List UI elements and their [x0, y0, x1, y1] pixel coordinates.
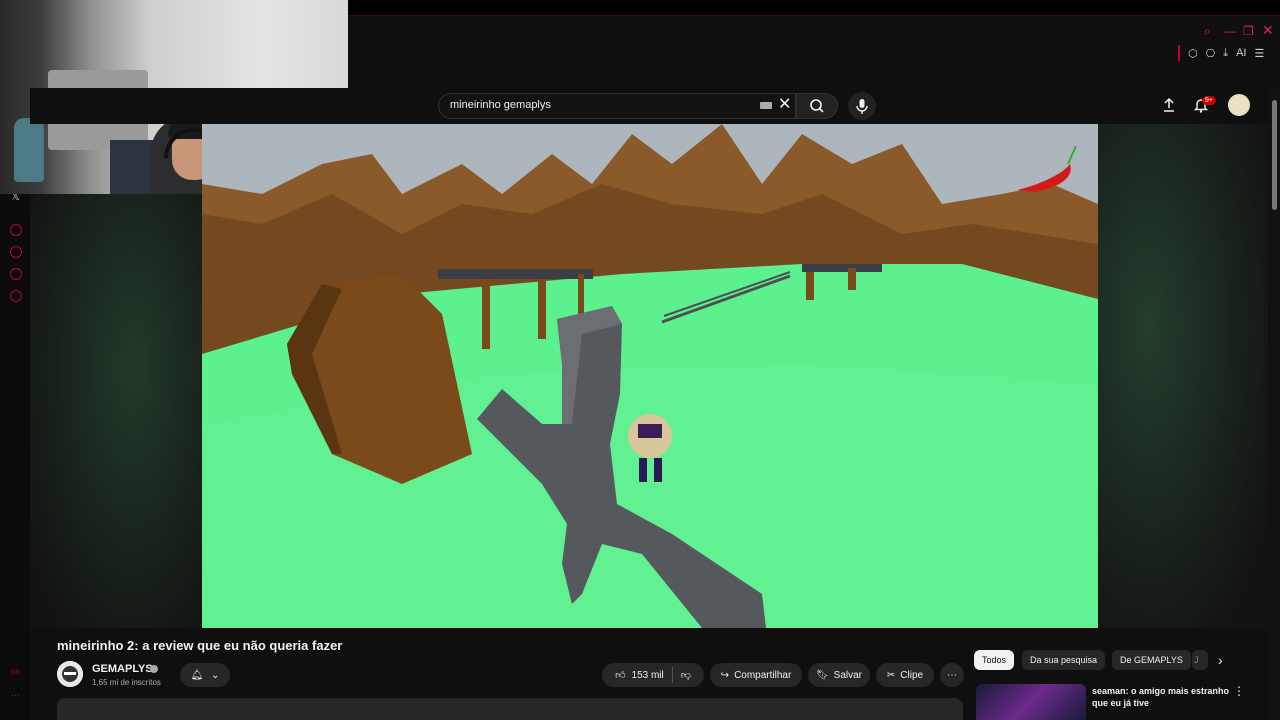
- ambient-glow-right: [1098, 124, 1268, 628]
- ai-icon[interactable]: AI: [1236, 47, 1246, 59]
- video-title: mineirinho 2: a review que eu não queria…: [57, 638, 343, 653]
- notification-badge: 9+: [1202, 96, 1216, 105]
- channel-name[interactable]: GEMAPLYS: [92, 663, 153, 675]
- ambient-glow-left: [30, 194, 202, 628]
- chip-all[interactable]: Todos: [974, 650, 1015, 670]
- record-icon[interactable]: [10, 224, 22, 236]
- bell-icon: 🔔︎: [190, 669, 204, 681]
- chat-icon[interactable]: [10, 268, 22, 280]
- chip-more[interactable]: J: [1192, 650, 1208, 670]
- chip-from-search[interactable]: Da sua pesquisa: [1022, 650, 1106, 670]
- more-icon: ⋯: [947, 669, 957, 681]
- toolbar-separator: [1178, 45, 1180, 61]
- clip-label: Clipe: [900, 669, 924, 681]
- upload-button[interactable]: [1160, 96, 1178, 119]
- clip-button[interactable]: ✂ Clipe: [876, 663, 934, 687]
- description-box[interactable]: [57, 698, 963, 720]
- more-icon[interactable]: ⋯: [11, 690, 20, 701]
- channel-avatar-image: [57, 661, 83, 687]
- subscription-bell-button[interactable]: 🔔︎ ⌄: [180, 663, 230, 687]
- browser-toolbar: ⬡ ⎔ ⤓ AI ☰: [1178, 45, 1264, 61]
- scrollbar-thumb[interactable]: [1272, 100, 1277, 210]
- dislike-icon[interactable]: 👎︎: [681, 669, 691, 681]
- upload-icon: [1164, 97, 1174, 112]
- video-player[interactable]: [202, 124, 1098, 628]
- channel-avatar[interactable]: [57, 661, 83, 687]
- like-dislike-group: 👍︎ 153 mil 👎︎: [602, 663, 704, 687]
- search-input[interactable]: mineirinho gemaplys: [450, 99, 551, 111]
- close-icon[interactable]: ✕: [1262, 22, 1274, 39]
- subscriber-count: 1,65 mi de inscritos: [92, 678, 161, 687]
- minimize-icon[interactable]: —: [1224, 24, 1236, 38]
- search-button[interactable]: [796, 93, 838, 119]
- recommended-menu-icon[interactable]: ⋮: [1233, 684, 1245, 698]
- water-bottle: [14, 118, 44, 182]
- restore-icon[interactable]: ❐: [1243, 24, 1254, 38]
- page-header: [348, 16, 1280, 88]
- gx-label: GX: [11, 670, 20, 676]
- share-icon: ↪: [720, 669, 730, 681]
- chevron-right-icon[interactable]: ›: [1218, 652, 1223, 668]
- chip-from-channel[interactable]: De GEMAPLYS: [1112, 650, 1191, 670]
- extensions-icon[interactable]: ⬡: [1188, 47, 1198, 60]
- settings-icon[interactable]: [10, 290, 22, 302]
- save-button[interactable]: 🔖︎ Salvar: [808, 663, 870, 687]
- avatar[interactable]: [1228, 94, 1250, 116]
- more-actions-button[interactable]: ⋯: [940, 663, 964, 687]
- like-icon[interactable]: 👍︎: [615, 669, 625, 681]
- clear-search-icon[interactable]: ✕: [778, 97, 791, 113]
- voice-search-button[interactable]: [848, 92, 876, 120]
- keyboard-icon[interactable]: [760, 102, 772, 109]
- game-scene: [202, 124, 1098, 628]
- microphone-icon: [856, 99, 868, 114]
- search-icon: [810, 99, 824, 113]
- snapshot-icon[interactable]: ⎔: [1206, 47, 1216, 60]
- recommended-thumbnail[interactable]: [976, 684, 1086, 720]
- download-icon[interactable]: ⤓: [1223, 47, 1228, 60]
- search-icon[interactable]: ⌕: [1204, 24, 1211, 39]
- verified-icon: [150, 665, 158, 673]
- chevron-down-icon: ⌄: [211, 669, 220, 681]
- share-button[interactable]: ↪ Compartilhar: [710, 663, 802, 687]
- share-label: Compartilhar: [734, 669, 792, 681]
- like-count[interactable]: 153 mil: [632, 670, 664, 681]
- save-label: Salvar: [833, 669, 863, 681]
- menu-icon[interactable]: ☰: [1255, 47, 1265, 60]
- recommended-title[interactable]: seaman: o amigo mais estranho que eu já …: [1092, 685, 1232, 709]
- pill-divider: [671, 667, 673, 683]
- clock-icon[interactable]: [10, 246, 22, 258]
- scissors-icon: ✂: [886, 669, 896, 681]
- bookmark-icon: 🔖︎: [815, 669, 829, 681]
